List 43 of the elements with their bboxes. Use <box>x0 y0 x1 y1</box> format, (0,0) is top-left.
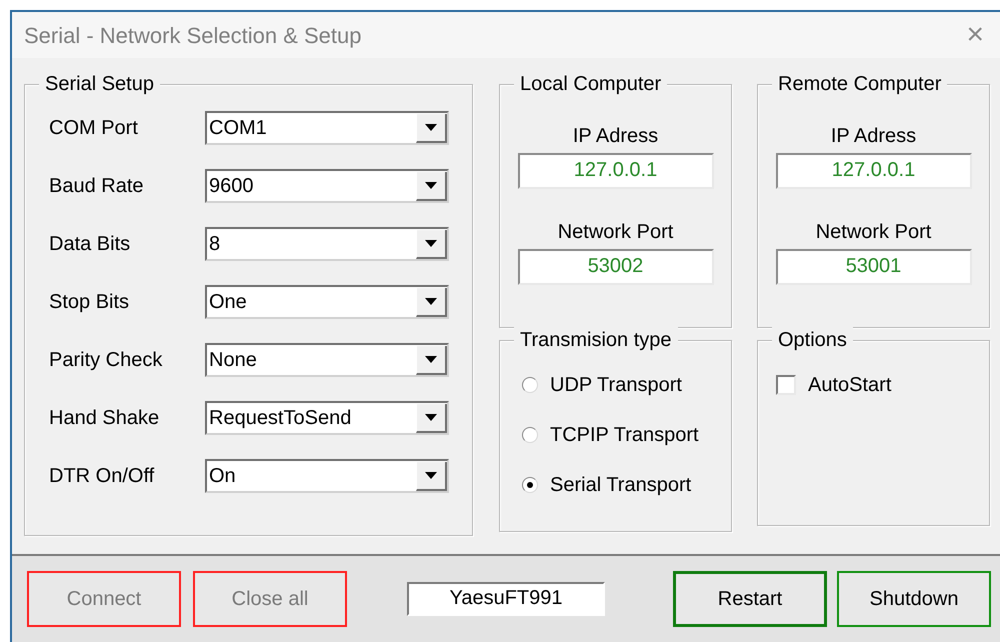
dropdown-value: None <box>209 348 257 373</box>
radio-button[interactable] <box>522 477 538 493</box>
checkbox[interactable] <box>776 375 796 395</box>
radio-label: Serial Transport <box>550 473 692 498</box>
radio-button[interactable] <box>522 377 538 393</box>
field-label: Data Bits <box>49 232 132 257</box>
footer-button[interactable]: Shutdown <box>837 571 991 627</box>
dropdown-value: 9600 <box>209 174 254 199</box>
dropdown-value: COM1 <box>209 116 267 141</box>
field-label: Hand Shake <box>49 406 160 431</box>
dropdown-value: RequestToSend <box>209 406 352 431</box>
field-label: Network Port <box>558 220 674 245</box>
ip-address-field[interactable]: 127.0.0.1 <box>776 153 972 189</box>
group-title: Transmision type <box>514 327 678 353</box>
group-title: Options <box>772 327 853 353</box>
dropdown[interactable]: None <box>205 343 449 377</box>
radio-label: UDP Transport <box>550 373 682 398</box>
dropdown[interactable]: COM1 <box>205 111 449 145</box>
dropdown[interactable]: One <box>205 285 449 319</box>
device-name-field[interactable]: YaesuFT991 <box>407 582 605 616</box>
dropdown[interactable]: On <box>205 459 449 493</box>
ip-address-field[interactable]: 127.0.0.1 <box>518 153 714 189</box>
dropdown-value: One <box>209 290 247 315</box>
dropdown-value: 8 <box>209 232 220 257</box>
port-field[interactable]: 53002 <box>518 249 714 285</box>
dropdown[interactable]: 9600 <box>205 169 449 203</box>
radio-label: TCPIP Transport <box>550 423 699 448</box>
field-label: IP Adress <box>830 124 916 149</box>
field-label: DTR On/Off <box>49 464 156 489</box>
dropdown-value: On <box>209 464 236 489</box>
dropdown[interactable]: 8 <box>205 227 449 261</box>
field-label: COM Port <box>49 116 139 141</box>
checkbox-label: AutoStart <box>808 373 892 398</box>
footer-button[interactable]: Restart <box>673 571 827 627</box>
field-label: Baud Rate <box>49 174 145 199</box>
radio-button[interactable] <box>522 427 538 443</box>
port-field[interactable]: 53001 <box>776 249 972 285</box>
field-label: Stop Bits <box>49 290 130 315</box>
field-label: Parity Check <box>49 348 164 373</box>
field-label: Network Port <box>816 220 932 245</box>
field-label: IP Adress <box>572 124 658 149</box>
dropdown[interactable]: RequestToSend <box>205 401 449 435</box>
window-title: Serial - Network Selection & Setup <box>24 22 362 50</box>
